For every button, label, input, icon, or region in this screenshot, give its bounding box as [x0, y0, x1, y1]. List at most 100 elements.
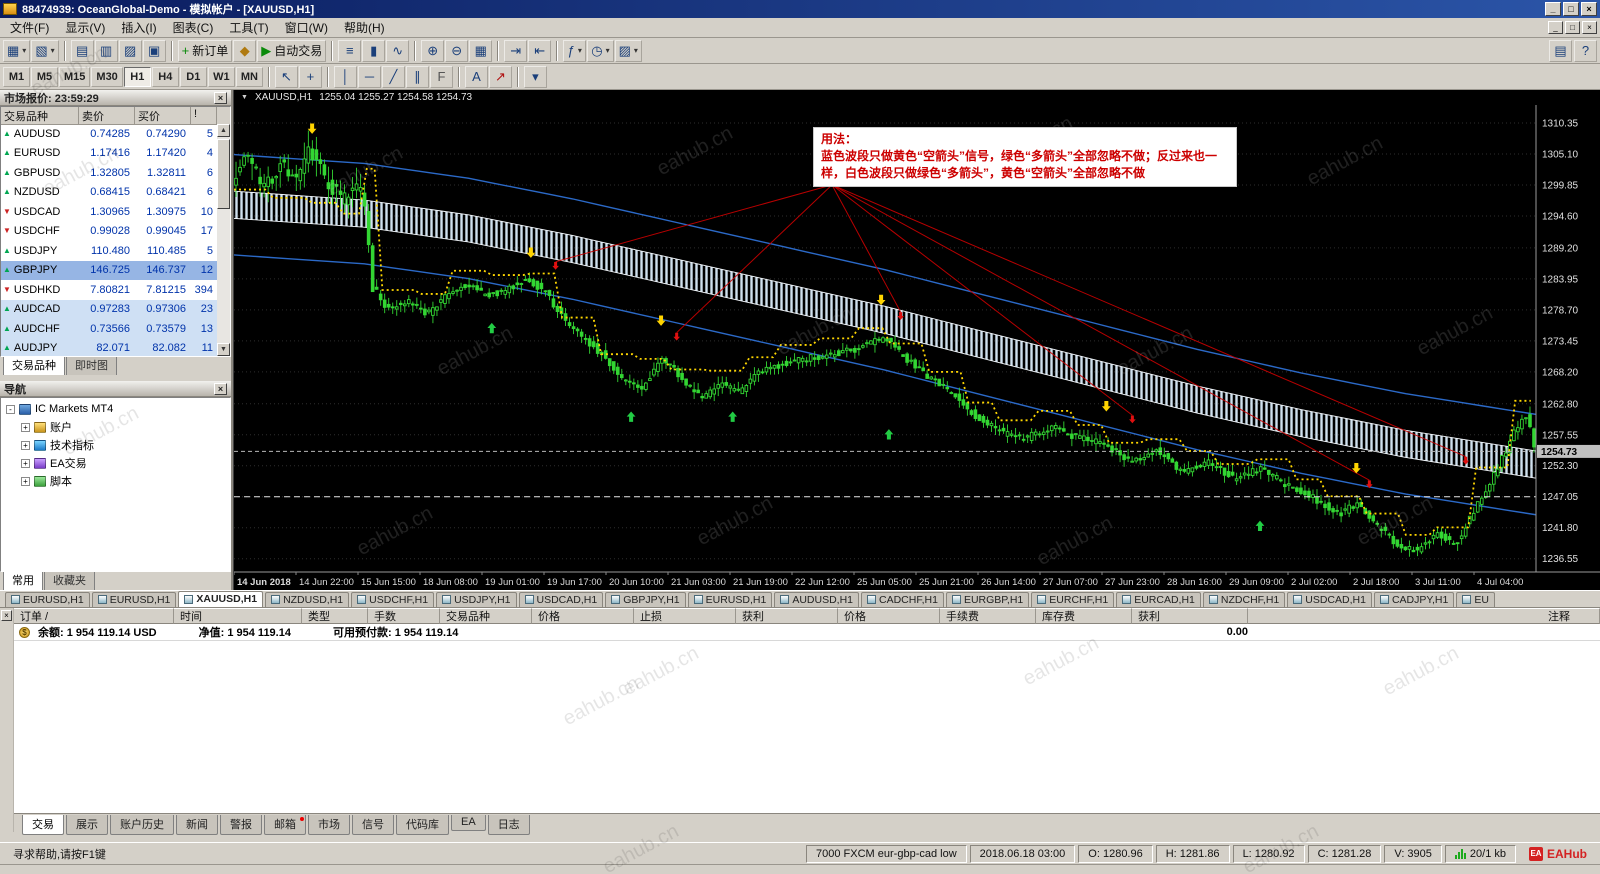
timeframe-d1-button[interactable]: D1	[179, 66, 207, 87]
chart-tab-7[interactable]: GBPJPY,H1	[605, 592, 686, 607]
terminal-column-8[interactable]: 价格	[838, 608, 940, 624]
minimize-button[interactable]: _	[1545, 2, 1561, 16]
chart-tab-14[interactable]: NZDCHF,H1	[1202, 592, 1286, 607]
toolbar-new-chart-button[interactable]: ▦ ▾	[3, 39, 31, 62]
market-watch-close-icon[interactable]: ×	[214, 91, 227, 104]
chart-tab-11[interactable]: EURGBP,H1	[945, 592, 1030, 607]
terminal-tab-1[interactable]: 展示	[66, 815, 108, 835]
toolbar-chart-shift-button[interactable]: ⇤	[528, 39, 552, 62]
menu-item-5[interactable]: 窗口(W)	[277, 17, 336, 38]
timeframe-m30-button[interactable]: M30	[91, 66, 123, 87]
menu-item-1[interactable]: 显示(V)	[57, 17, 113, 38]
toolbar-auto-scroll-button[interactable]: ⇥	[504, 39, 528, 62]
toolbar-fibonacci-button[interactable]: F	[429, 65, 453, 88]
toolbar-zoom-in-button[interactable]: ⊕	[421, 39, 445, 62]
toolbar-navigator-button[interactable]: ▨	[118, 39, 142, 62]
market-watch-row[interactable]: ▲ AUDCHF 0.73566 0.73579 13	[1, 319, 217, 339]
tree-node-1[interactable]: + 账户	[1, 418, 230, 436]
toolbar-chart-line-button[interactable]: ∿	[386, 39, 410, 62]
terminal-column-11[interactable]: 获利	[1132, 608, 1248, 624]
eahub-logo[interactable]: EA EAHub	[1519, 845, 1597, 863]
toolbar-tile-windows-button[interactable]: ▦	[469, 39, 493, 62]
toolbar-metaeditor-button[interactable]: ◆	[233, 39, 257, 62]
timeframe-h4-button[interactable]: H4	[151, 66, 179, 87]
timeframe-mn-button[interactable]: MN	[235, 66, 263, 87]
terminal-column-12[interactable]: 注释	[1542, 608, 1600, 624]
terminal-column-6[interactable]: 止损	[634, 608, 736, 624]
mw-column-header-3[interactable]: !	[191, 107, 217, 125]
terminal-column-10[interactable]: 库存费	[1036, 608, 1132, 624]
terminal-tab-3[interactable]: 新闻	[176, 815, 218, 835]
terminal-tab-2[interactable]: 账户历史	[110, 815, 174, 835]
toolbar-market-watch-button[interactable]: ▤	[70, 39, 94, 62]
market-watch-tab-1[interactable]: 即时图	[66, 355, 117, 375]
chart-tab-4[interactable]: USDCHF,H1	[351, 592, 435, 607]
market-watch-row[interactable]: ▲ NZDUSD 0.68415 0.68421 6	[1, 183, 217, 203]
menu-item-0[interactable]: 文件(F)	[2, 17, 57, 38]
menu-item-4[interactable]: 工具(T)	[221, 17, 276, 38]
chart-tab-0[interactable]: EURUSD,H1	[5, 592, 90, 607]
terminal-column-4[interactable]: 交易品种	[440, 608, 532, 624]
navigator-tab-1[interactable]: 收藏夹	[44, 570, 95, 590]
market-watch-row[interactable]: ▼ USDHKD 7.80821 7.81215 394	[1, 280, 217, 300]
child-restore-button[interactable]: □	[1565, 21, 1580, 34]
tree-expander-icon[interactable]: +	[21, 440, 30, 450]
terminal-tab-0[interactable]: 交易	[22, 815, 64, 835]
toolbar-data-window-button[interactable]: ▥	[94, 39, 118, 62]
chart-tab-10[interactable]: CADCHF,H1	[861, 592, 944, 607]
chart-tab-8[interactable]: EURUSD,H1	[687, 592, 773, 607]
market-watch-row[interactable]: ▲ GBPUSD 1.32805 1.32811 6	[1, 163, 217, 183]
close-button[interactable]: ×	[1581, 2, 1597, 16]
child-minimize-button[interactable]: _	[1548, 21, 1563, 34]
toolbar-periods-button[interactable]: ◷ ▾	[587, 39, 614, 62]
toolbar-terminal-button[interactable]: ▣	[142, 39, 166, 62]
menu-item-3[interactable]: 图表(C)	[165, 17, 222, 38]
terminal-tab-4[interactable]: 警报	[220, 815, 262, 835]
chart-tab-13[interactable]: EURCAD,H1	[1116, 592, 1201, 607]
toolbar-arrows-tool-button[interactable]: ↗	[488, 65, 512, 88]
scroll-down-icon[interactable]: ▼	[217, 343, 230, 356]
timeframe-h1-button[interactable]: H1	[123, 66, 151, 87]
market-watch-row[interactable]: ▲ AUDCAD 0.97283 0.97306 23	[1, 299, 217, 319]
tree-expander-icon[interactable]: -	[6, 404, 15, 414]
tree-node-2[interactable]: + 技术指标	[1, 436, 230, 454]
timeframe-m1-button[interactable]: M1	[3, 66, 30, 87]
tree-expander-icon[interactable]: +	[21, 422, 30, 432]
chart-tab-9[interactable]: AUDUSD,H1	[774, 592, 859, 607]
terminal-column-9[interactable]: 手续费	[940, 608, 1036, 624]
market-watch-row[interactable]: ▲ USDJPY 110.480 110.485 5	[1, 241, 217, 261]
market-watch-row[interactable]: ▲ GBPJPY 146.725 146.737 12	[1, 260, 217, 280]
toolbar-indicators-button[interactable]: ƒ ▾	[563, 39, 587, 62]
mw-column-header-0[interactable]: 交易品种	[1, 107, 79, 125]
terminal-close-icon[interactable]: ×	[1, 610, 12, 621]
toolbar-chart-candles-button[interactable]: ▮	[362, 39, 386, 62]
chart-tab-5[interactable]: USDJPY,H1	[436, 592, 517, 607]
toolbar-text-label-button[interactable]: A	[464, 65, 488, 88]
market-watch-row[interactable]: ▼ USDCHF 0.99028 0.99045 17	[1, 222, 217, 242]
market-watch-tab-0[interactable]: 交易品种	[3, 355, 65, 375]
mw-column-header-2[interactable]: 买价	[135, 107, 191, 125]
terminal-tab-8[interactable]: 代码库	[396, 815, 449, 835]
toolbar-print-button[interactable]: ▤	[1549, 39, 1572, 62]
maximize-button[interactable]: □	[1563, 2, 1579, 16]
chart-menu-icon[interactable]: ▼	[241, 94, 248, 101]
chart-tab-15[interactable]: USDCAD,H1	[1287, 592, 1372, 607]
navigator-tab-0[interactable]: 常用	[3, 570, 43, 590]
toolbar-more-tools-button[interactable]: ▾	[523, 65, 547, 88]
toolbar-new-order-button[interactable]: + 新订单	[177, 39, 233, 62]
market-watch-row[interactable]: ▲ EURUSD 1.17416 1.17420 4	[1, 144, 217, 164]
terminal-column-7[interactable]: 获利	[736, 608, 838, 624]
navigator-close-icon[interactable]: ×	[214, 382, 227, 395]
tree-node-0[interactable]: - IC Markets MT4	[1, 400, 230, 418]
mw-column-header-1[interactable]: 卖价	[79, 107, 135, 125]
toolbar-help-button[interactable]: ?	[1574, 39, 1597, 62]
toolbar-profiles-button[interactable]: ▧ ▾	[31, 39, 59, 62]
toolbar-cursor-button[interactable]: ↖	[274, 65, 298, 88]
terminal-column-0[interactable]: 订单 /	[14, 608, 174, 624]
chart-tab-3[interactable]: NZDUSD,H1	[265, 592, 350, 607]
chart-tab-6[interactable]: USDCAD,H1	[518, 592, 604, 607]
toolbar-trendline-button[interactable]: ╱	[381, 65, 405, 88]
chart-tab-12[interactable]: EURCHF,H1	[1031, 592, 1115, 607]
tree-expander-icon[interactable]: +	[21, 476, 30, 486]
terminal-column-3[interactable]: 手数	[368, 608, 440, 624]
